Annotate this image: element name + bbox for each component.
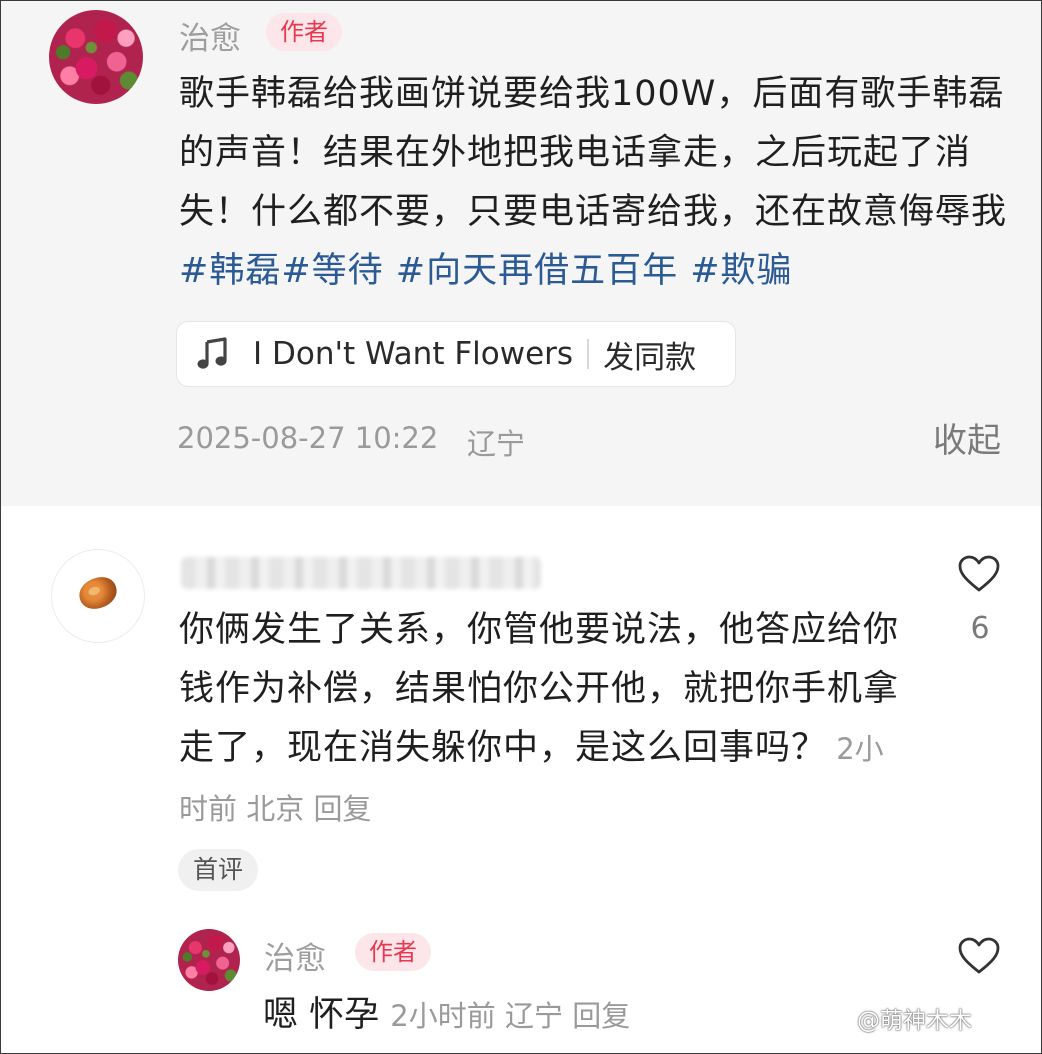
reply-author-badge: 作者 [355, 933, 431, 971]
hashtag-waiting[interactable]: #等待 [281, 251, 395, 291]
hashtag-deception[interactable]: #欺骗 [690, 251, 792, 291]
author-badge: 作者 [266, 13, 342, 51]
music-chip-divider [587, 339, 590, 369]
music-chip[interactable]: I Don't Want Flowers 发同款 [176, 321, 736, 387]
comment-body: 你俩发生了关系，你管他要说法，他答应给你钱作为补偿，结果怕你公开他，就把你手机拿… [179, 601, 909, 839]
reply-text: 嗯 怀孕 [263, 995, 380, 1035]
reply-body: 嗯 怀孕 2小时前 辽宁 回复 [263, 986, 630, 1037]
like-count: 6 [970, 611, 990, 646]
comment-location: 北京 [246, 792, 305, 826]
post-text: 歌手韩磊给我画饼说要给我100W，后面有歌手韩磊的声音！结果在外地把我电话拿走，… [179, 65, 1019, 301]
music-note-icon [195, 336, 231, 372]
sweet-potato-image [75, 572, 121, 614]
author-post: 治愈 作者 歌手韩磊给我画饼说要给我100W，后面有歌手韩磊的声音！结果在外地把… [1, 1, 1041, 506]
author-avatar[interactable] [49, 10, 143, 104]
comment-text: 你俩发生了关系，你管他要说法，他答应给你钱作为补偿，结果怕你公开他，就把你手机拿… [179, 610, 900, 768]
commenter-avatar[interactable] [51, 549, 145, 643]
post-location: 辽宁 [467, 427, 526, 461]
heart-outline-icon[interactable] [957, 936, 1001, 980]
commenter-username-blurred[interactable] [181, 557, 541, 589]
reply-reply-button[interactable]: 回复 [572, 999, 630, 1033]
watermark: @萌神木木 [857, 1008, 972, 1034]
post-timestamp: 2025-08-27 10:22 [177, 421, 439, 455]
reply-location: 辽宁 [504, 999, 563, 1033]
author-username[interactable]: 治愈 [179, 13, 241, 58]
collapse-button[interactable]: 收起 [933, 413, 1001, 462]
post-body: 歌手韩磊给我画饼说要给我100W，后面有歌手韩磊的声音！结果在外地把我电话拿走，… [179, 74, 1008, 232]
reply-username[interactable]: 治愈 [264, 933, 326, 978]
first-comment-badge: 首评 [178, 849, 259, 891]
hashtag-hanlei[interactable]: #韩磊 [179, 251, 281, 291]
music-title: I Don't Want Flowers [253, 336, 574, 372]
reply-meta: 2小时前 辽宁 回复 [390, 999, 630, 1033]
comment-thread: 治愈 作者 歌手韩磊给我画饼说要给我100W，后面有歌手韩磊的声音！结果在外地把… [0, 0, 1042, 1054]
use-same-music-button[interactable]: 发同款 [603, 332, 696, 377]
heart-outline-icon[interactable] [957, 554, 1001, 598]
hashtag-song[interactable]: #向天再借五百年 [396, 251, 690, 291]
comment-reply-button[interactable]: 回复 [313, 792, 371, 826]
reply-time: 2小时前 [390, 999, 496, 1033]
reply-author-avatar[interactable] [178, 929, 240, 991]
